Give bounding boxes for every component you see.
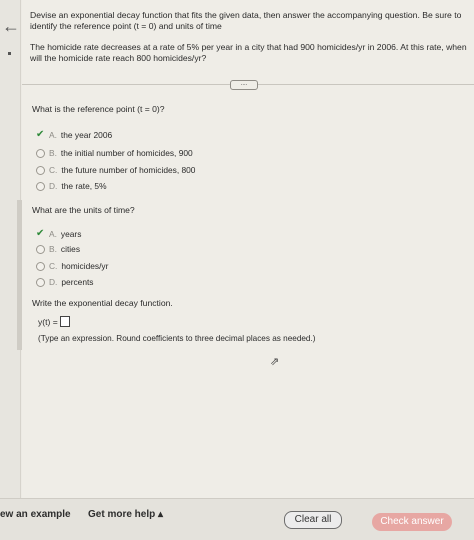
q1-option-c[interactable]: C. the future number of homicides, 800 [36, 165, 195, 175]
view-example-link[interactable]: ew an example [0, 509, 71, 520]
caret-up-icon: ▴ [158, 509, 164, 520]
option-text: homicides/yr [61, 261, 109, 271]
q1-option-b[interactable]: B. the initial number of homicides, 900 [36, 148, 193, 158]
q2-option-b[interactable]: B. cities [36, 244, 80, 254]
get-more-help-label: Get more help [88, 509, 156, 520]
checkmark-icon: ✔ [36, 228, 45, 239]
answer-input[interactable] [59, 316, 70, 327]
more-button[interactable]: .... [230, 80, 258, 90]
clear-all-button[interactable]: Clear all [284, 511, 342, 529]
option-text: the initial number of homicides, 900 [60, 148, 193, 158]
option-letter: D. [49, 181, 58, 191]
option-text: the rate, 5% [61, 181, 107, 191]
question-3-title: Write the exponential decay function. [32, 298, 173, 308]
option-letter: B. [49, 148, 57, 158]
q2-option-c[interactable]: C. homicides/yr [36, 261, 108, 271]
instructions-text: Devise an exponential decay function tha… [30, 10, 462, 31]
question-panel: Devise an exponential decay function tha… [22, 0, 474, 498]
option-text: cities [60, 244, 81, 254]
option-letter: C. [49, 261, 58, 271]
option-text: percents [61, 277, 94, 287]
footer-bar: ew an example Get more help ▴ Clear all … [0, 498, 474, 540]
radio-button[interactable] [36, 148, 45, 158]
option-letter: A. [49, 228, 57, 239]
q1-option-d[interactable]: D. the rate, 5% [36, 181, 107, 191]
mouse-cursor-icon: ⇗ [270, 356, 280, 368]
radio-button[interactable] [36, 261, 45, 271]
option-text: the year 2006 [60, 129, 113, 140]
option-letter: D. [49, 277, 58, 287]
option-letter: C. [49, 165, 58, 175]
option-letter: A. [49, 129, 57, 140]
problem-text: The homicide rate decreases at a rate of… [30, 42, 467, 63]
option-text: the future number of homicides, 800 [61, 165, 196, 175]
get-more-help-link[interactable]: Get more help ▴ [88, 509, 163, 520]
answer-label: y(t) = [38, 316, 58, 327]
option-letter: B. [49, 244, 57, 254]
radio-button[interactable] [36, 165, 45, 175]
answer-hint: (Type an expression. Round coefficients … [38, 334, 316, 343]
q2-option-a[interactable]: ✔ A. years [36, 228, 81, 239]
radio-button[interactable] [36, 277, 45, 287]
q2-option-d[interactable]: D. percents [36, 277, 94, 287]
radio-button[interactable] [36, 244, 45, 254]
checkmark-icon: ✔ [36, 129, 45, 140]
radio-button[interactable] [36, 181, 45, 191]
check-answer-button[interactable]: Check answer [372, 513, 452, 531]
question-1-title: What is the reference point (t = 0)? [32, 104, 165, 114]
answer-row: y(t) = [38, 316, 70, 327]
back-arrow-icon[interactable]: ← [2, 16, 20, 37]
option-text: years [60, 228, 82, 239]
q1-option-a[interactable]: ✔ A. the year 2006 [36, 129, 112, 140]
gutter-dot [8, 52, 11, 55]
question-2-title: What are the units of time? [32, 205, 135, 215]
